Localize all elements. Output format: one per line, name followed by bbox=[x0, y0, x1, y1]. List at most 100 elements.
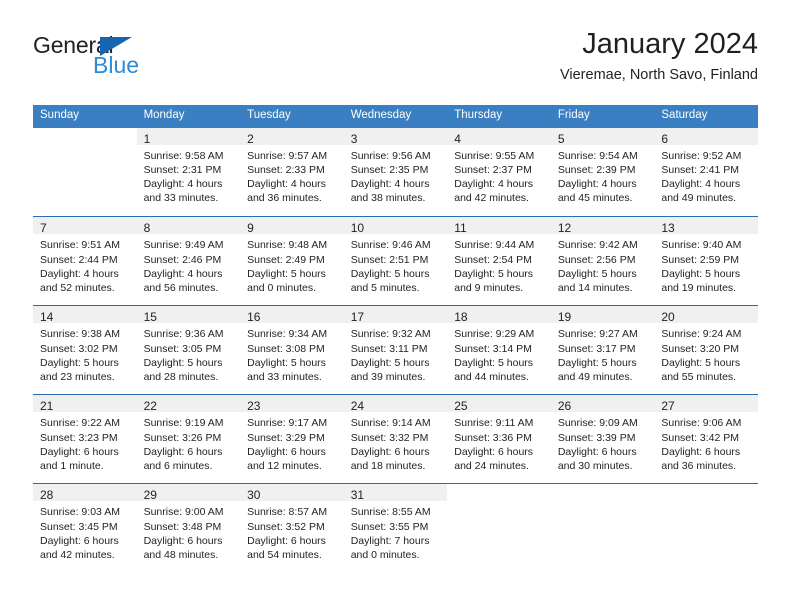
day-number: 13 bbox=[661, 221, 675, 236]
day-number: 18 bbox=[454, 310, 468, 325]
calendar-day-cell[interactable]: 18 Sunrise: 9:29 AM Sunset: 3:14 PM Dayligh… bbox=[447, 305, 551, 395]
day-details: Sunrise: 9:19 AM Sunset: 3:26 PM Daylight:… bbox=[137, 412, 241, 473]
day-cell-content: 12 Sunrise: 9:42 AM Sunset: 2:56 PM Dayligh… bbox=[550, 217, 655, 305]
day-number: 15 bbox=[143, 310, 157, 325]
logo-text-blue: Blue bbox=[93, 52, 140, 78]
day-number: 29 bbox=[143, 488, 157, 503]
daylight-text-line1: Daylight: 4 hours bbox=[143, 267, 223, 280]
sunrise-text: Sunrise: 9:55 AM bbox=[454, 149, 535, 162]
calendar-day-cell[interactable]: 16 Sunrise: 9:34 AM Sunset: 3:08 PM Dayligh… bbox=[240, 305, 344, 395]
day-number-band bbox=[33, 128, 137, 145]
daylight-text-line1: Daylight: 5 hours bbox=[557, 356, 637, 369]
day-number-band: 3 bbox=[343, 127, 448, 146]
sunset-text: Sunset: 3:11 PM bbox=[350, 342, 428, 355]
calendar-day-cell[interactable]: 31 Sunrise: 8:55 AM Sunset: 3:55 PM Dayligh… bbox=[343, 483, 448, 573]
sunset-text: Sunset: 3:45 PM bbox=[40, 520, 118, 533]
daylight-text-line1: Daylight: 5 hours bbox=[661, 267, 741, 280]
sunset-text: Sunset: 3:36 PM bbox=[454, 431, 532, 444]
day-cell-content: 11 Sunrise: 9:44 AM Sunset: 2:54 PM Dayligh… bbox=[447, 217, 551, 305]
sunset-text: Sunset: 3:08 PM bbox=[247, 342, 325, 355]
general-blue-logo[interactable]: General Blue bbox=[33, 34, 213, 84]
daylight-text-line2: and 42 minutes. bbox=[40, 548, 115, 561]
column-header-friday: Friday bbox=[550, 105, 655, 128]
sunset-text: Sunset: 3:39 PM bbox=[557, 431, 636, 444]
day-cell-content: 21 Sunrise: 9:22 AM Sunset: 3:23 PM Dayligh… bbox=[33, 395, 137, 483]
calendar-day-cell[interactable]: 3 Sunrise: 9:56 AM Sunset: 2:35 PM Daylight… bbox=[343, 127, 448, 217]
day-number-band: 8 bbox=[136, 217, 241, 235]
calendar-day-cell[interactable]: 10 Sunrise: 9:46 AM Sunset: 2:51 PM Dayligh… bbox=[343, 216, 448, 306]
daylight-text-line1: Daylight: 6 hours bbox=[40, 445, 119, 458]
calendar-day-cell[interactable]: 25 Sunrise: 9:11 AM Sunset: 3:36 PM Dayligh… bbox=[447, 394, 551, 484]
day-cell-content: 27 Sunrise: 9:06 AM Sunset: 3:42 PM Dayligh… bbox=[654, 395, 758, 483]
calendar-day-cell[interactable]: 11 Sunrise: 9:44 AM Sunset: 2:54 PM Dayligh… bbox=[447, 216, 551, 306]
calendar-page: General Blue January 2024 Vieremae, Nort… bbox=[0, 0, 792, 612]
daylight-text-line2: and 18 minutes. bbox=[350, 459, 426, 472]
daylight-text-line2: and 36 minutes. bbox=[247, 192, 322, 205]
day-details: Sunrise: 9:27 AM Sunset: 3:17 PM Daylight:… bbox=[551, 323, 655, 384]
calendar-day-cell[interactable]: 1 Sunrise: 9:58 AM Sunset: 2:31 PM Daylight… bbox=[136, 127, 241, 217]
day-number-band: 22 bbox=[136, 395, 241, 413]
calendar-day-cell[interactable]: 8 Sunrise: 9:49 AM Sunset: 2:46 PM Daylight… bbox=[136, 216, 241, 306]
sunrise-text: Sunrise: 9:22 AM bbox=[40, 417, 120, 430]
day-number: 16 bbox=[247, 310, 261, 325]
day-details: Sunrise: 9:06 AM Sunset: 3:42 PM Daylight:… bbox=[654, 412, 758, 473]
day-cell-content: 17 Sunrise: 9:32 AM Sunset: 3:11 PM Dayligh… bbox=[343, 306, 448, 394]
sunset-text: Sunset: 2:54 PM bbox=[454, 253, 532, 266]
day-number: 31 bbox=[350, 488, 365, 503]
calendar-day-cell[interactable]: 29 Sunrise: 9:00 AM Sunset: 3:48 PM Dayligh… bbox=[136, 483, 241, 573]
calendar-week-row: 14 Sunrise: 9:38 AM Sunset: 3:02 PM Dayligh… bbox=[33, 305, 758, 395]
calendar-day-cell[interactable]: 23 Sunrise: 9:17 AM Sunset: 3:29 PM Dayligh… bbox=[240, 394, 344, 484]
day-cell-content: 22 Sunrise: 9:19 AM Sunset: 3:26 PM Dayligh… bbox=[136, 395, 241, 483]
calendar-day-cell[interactable]: 24 Sunrise: 9:14 AM Sunset: 3:32 PM Dayligh… bbox=[343, 394, 448, 484]
day-cell-content: 5 Sunrise: 9:54 AM Sunset: 2:39 PM Daylight… bbox=[550, 127, 655, 217]
sunset-text: Sunset: 2:41 PM bbox=[661, 164, 740, 176]
calendar-day-cell[interactable]: 5 Sunrise: 9:54 AM Sunset: 2:39 PM Daylight… bbox=[550, 127, 655, 217]
daylight-text-line2: and 28 minutes. bbox=[143, 370, 219, 383]
calendar-day-cell[interactable]: 6 Sunrise: 9:52 AM Sunset: 2:41 PM Daylight… bbox=[654, 127, 758, 217]
day-details: Sunrise: 9:57 AM Sunset: 2:33 PM Daylight:… bbox=[240, 145, 344, 206]
daylight-text-line1: Daylight: 6 hours bbox=[350, 445, 430, 458]
sunrise-text: Sunrise: 8:55 AM bbox=[350, 506, 431, 519]
calendar-day-cell[interactable]: 2 Sunrise: 9:57 AM Sunset: 2:33 PM Daylight… bbox=[240, 127, 344, 217]
day-details: Sunrise: 9:56 AM Sunset: 2:35 PM Daylight:… bbox=[344, 145, 448, 206]
calendar-day-cell[interactable]: 30 Sunrise: 8:57 AM Sunset: 3:52 PM Dayligh… bbox=[240, 483, 344, 573]
calendar-day-cell[interactable]: 15 Sunrise: 9:36 AM Sunset: 3:05 PM Dayligh… bbox=[136, 305, 241, 395]
daylight-text-line1: Daylight: 5 hours bbox=[350, 356, 430, 369]
day-number-band: 16 bbox=[240, 306, 344, 325]
calendar-day-cell[interactable]: 12 Sunrise: 9:42 AM Sunset: 2:56 PM Dayligh… bbox=[550, 216, 655, 306]
day-number: 23 bbox=[247, 399, 261, 414]
calendar-day-cell[interactable]: 9 Sunrise: 9:48 AM Sunset: 2:49 PM Daylight… bbox=[240, 216, 344, 306]
day-details: Sunrise: 9:38 AM Sunset: 3:02 PM Daylight:… bbox=[33, 323, 137, 384]
daylight-text-line2: and 38 minutes. bbox=[350, 192, 426, 205]
calendar-day-cell[interactable]: 22 Sunrise: 9:19 AM Sunset: 3:26 PM Dayligh… bbox=[136, 394, 241, 484]
day-number: 30 bbox=[247, 488, 261, 503]
day-cell-content bbox=[551, 484, 655, 573]
calendar-day-cell[interactable]: 27 Sunrise: 9:06 AM Sunset: 3:42 PM Dayligh… bbox=[654, 394, 758, 484]
day-number: 27 bbox=[661, 399, 675, 414]
day-details: Sunrise: 9:09 AM Sunset: 3:39 PM Daylight:… bbox=[551, 412, 655, 473]
sunset-text: Sunset: 2:51 PM bbox=[350, 253, 429, 266]
calendar-day-cell[interactable]: 19 Sunrise: 9:27 AM Sunset: 3:17 PM Dayligh… bbox=[550, 305, 655, 395]
day-number: 28 bbox=[40, 488, 54, 503]
sunset-text: Sunset: 3:20 PM bbox=[661, 342, 740, 355]
day-cell-content: 10 Sunrise: 9:46 AM Sunset: 2:51 PM Dayligh… bbox=[343, 217, 448, 305]
column-header-wednesday: Wednesday bbox=[343, 105, 448, 128]
sunrise-text: Sunrise: 8:57 AM bbox=[247, 506, 328, 519]
calendar-day-cell[interactable]: 4 Sunrise: 9:55 AM Sunset: 2:37 PM Daylight… bbox=[447, 127, 551, 217]
daylight-text-line2: and 14 minutes. bbox=[557, 281, 633, 294]
calendar-day-cell[interactable]: 14 Sunrise: 9:38 AM Sunset: 3:02 PM Dayligh… bbox=[33, 305, 137, 395]
calendar-day-cell[interactable]: 21 Sunrise: 9:22 AM Sunset: 3:23 PM Dayligh… bbox=[33, 394, 137, 484]
daylight-text-line1: Daylight: 4 hours bbox=[661, 178, 741, 191]
calendar-day-cell[interactable]: 7 Sunrise: 9:51 AM Sunset: 2:44 PM Daylight… bbox=[33, 216, 137, 306]
day-details: Sunrise: 9:29 AM Sunset: 3:14 PM Daylight:… bbox=[447, 323, 551, 384]
daylight-text-line2: and 49 minutes. bbox=[557, 370, 633, 383]
calendar-day-cell[interactable]: 20 Sunrise: 9:24 AM Sunset: 3:20 PM Dayligh… bbox=[654, 305, 758, 395]
calendar-day-cell[interactable]: 13 Sunrise: 9:40 AM Sunset: 2:59 PM Dayligh… bbox=[654, 216, 758, 306]
calendar-day-cell[interactable]: 17 Sunrise: 9:32 AM Sunset: 3:11 PM Dayligh… bbox=[343, 305, 448, 395]
calendar-day-cell[interactable]: 26 Sunrise: 9:09 AM Sunset: 3:39 PM Dayligh… bbox=[550, 394, 655, 484]
sunset-text: Sunset: 3:29 PM bbox=[247, 431, 325, 444]
day-details bbox=[654, 501, 758, 505]
calendar-day-cell[interactable]: 28 Sunrise: 9:03 AM Sunset: 3:45 PM Dayligh… bbox=[33, 483, 137, 573]
daylight-text-line2: and 33 minutes. bbox=[143, 192, 219, 205]
day-details: Sunrise: 9:46 AM Sunset: 2:51 PM Daylight:… bbox=[344, 234, 448, 295]
